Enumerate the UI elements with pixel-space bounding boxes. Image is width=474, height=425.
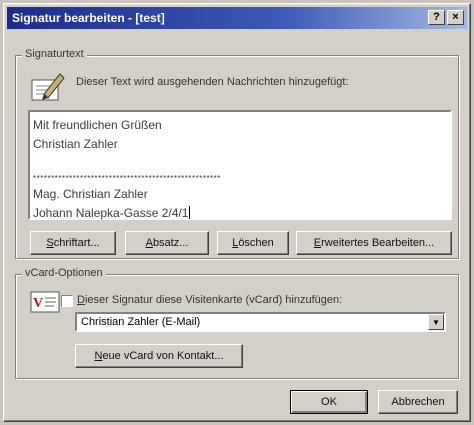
signature-description: Dieser Text wird ausgehenden Nachrichten… <box>76 76 349 88</box>
signature-line <box>33 154 447 173</box>
vcard-icon: V <box>30 290 60 314</box>
vcard-select[interactable]: Christian Zahler (E-Mail) ▼ <box>75 312 446 332</box>
text-caret <box>189 206 191 219</box>
chevron-down-icon[interactable]: ▼ <box>428 314 444 330</box>
paragraph-button[interactable]: Absatz... <box>125 231 209 255</box>
title-bar: Signatur bearbeiten - [test] ? × <box>7 7 467 29</box>
signature-line-text: Johann Nalepka-Gasse 2/4/1 <box>33 206 189 220</box>
signature-group-label: Signaturtext <box>22 48 87 60</box>
new-vcard-from-contact-button[interactable]: Neue vCard von Kontakt... <box>75 344 243 368</box>
signature-line: ****************************************… <box>33 174 221 183</box>
help-button[interactable]: ? <box>428 10 445 25</box>
window-title: Signatur bearbeiten - [test] <box>12 11 165 25</box>
cancel-button[interactable]: Abbrechen <box>378 390 458 414</box>
vcard-selected-value: Christian Zahler (E-Mail) <box>81 316 201 328</box>
clear-button[interactable]: Löschen <box>217 231 289 255</box>
signature-line: Mit freundlichen Grüßen <box>33 118 162 132</box>
vcard-group-label: vCard-Optionen <box>22 267 106 279</box>
ok-button[interactable]: OK <box>290 390 368 414</box>
pen-paper-icon <box>30 70 66 104</box>
close-button[interactable]: × <box>447 10 464 25</box>
font-button[interactable]: Schriftart... <box>30 231 116 255</box>
attach-vcard-label[interactable]: Dieser Signatur diese Visitenkarte (vCar… <box>77 294 342 306</box>
title-bar-buttons: ? × <box>428 10 464 25</box>
signature-line: Johann Nalepka-Gasse 2/4/1 <box>33 204 447 223</box>
attach-vcard-checkbox[interactable] <box>61 295 73 307</box>
svg-text:V: V <box>33 296 43 311</box>
signature-textarea[interactable]: Mit freundlichen Grüßen Christian Zahler… <box>28 110 452 220</box>
signature-line: Mag. Christian Zahler <box>33 187 148 201</box>
advanced-edit-button[interactable]: Erweitertes Bearbeiten... <box>296 231 452 255</box>
signature-line: Christian Zahler <box>33 137 118 151</box>
